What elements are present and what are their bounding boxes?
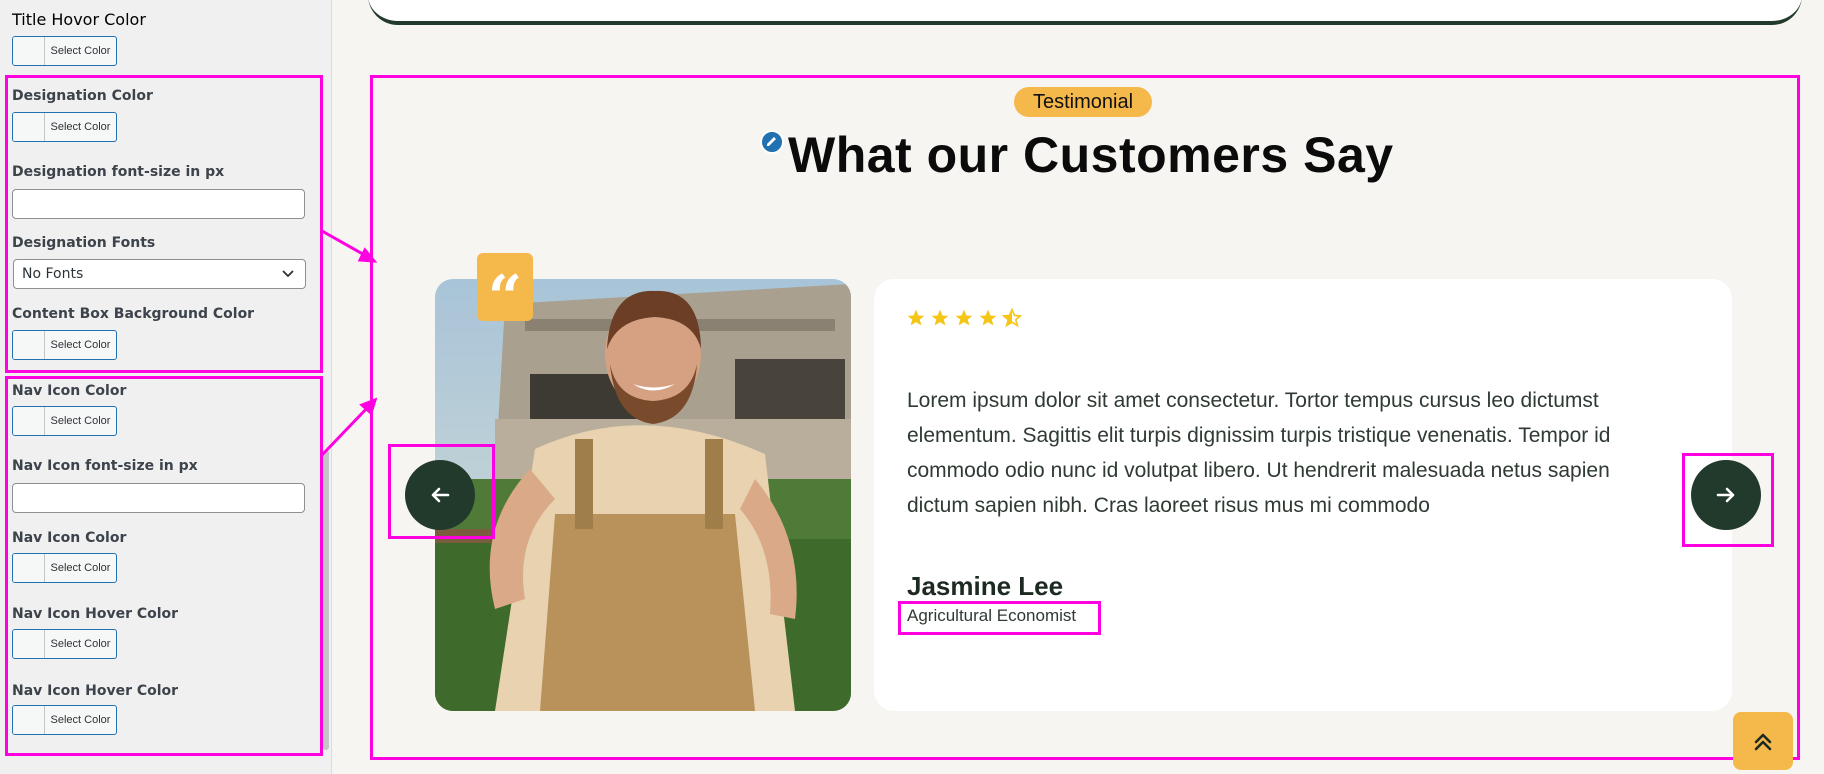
quote-icon: “: [477, 253, 533, 328]
section-heading: What our Customers Say: [788, 127, 1394, 183]
title-hover-color-button[interactable]: Select Color: [12, 36, 117, 66]
half-star-icon: [1002, 308, 1022, 328]
field-label: Title Hovor Color: [12, 10, 146, 29]
customer-photo: [435, 279, 851, 711]
color-swatch: [13, 37, 45, 65]
select-color-label: Select Color: [50, 45, 111, 57]
scroll-to-top-button[interactable]: [1733, 712, 1793, 770]
star-icon: [907, 309, 925, 326]
previous-section-card: [368, 0, 1802, 25]
scrollbar-thumb[interactable]: [323, 450, 329, 750]
annotation-box-nav-group: [5, 376, 323, 756]
star-icon: [979, 309, 997, 326]
star-icon: [931, 309, 949, 326]
annotation-box-next: [1682, 453, 1774, 547]
star-icon: [955, 309, 973, 326]
rating-stars: [906, 308, 1022, 328]
pencil-icon[interactable]: [760, 130, 784, 154]
annotation-box-prev: [388, 444, 495, 539]
annotation-box-designation: [898, 601, 1101, 635]
review-text: Lorem ipsum dolor sit amet consectetur. …: [907, 389, 1611, 517]
section-badge: Testimonial: [1014, 87, 1152, 117]
customer-name: Jasmine Lee: [907, 571, 1064, 601]
annotation-box-designation-group: [5, 75, 323, 373]
double-chevron-up-icon: [1754, 733, 1772, 751]
